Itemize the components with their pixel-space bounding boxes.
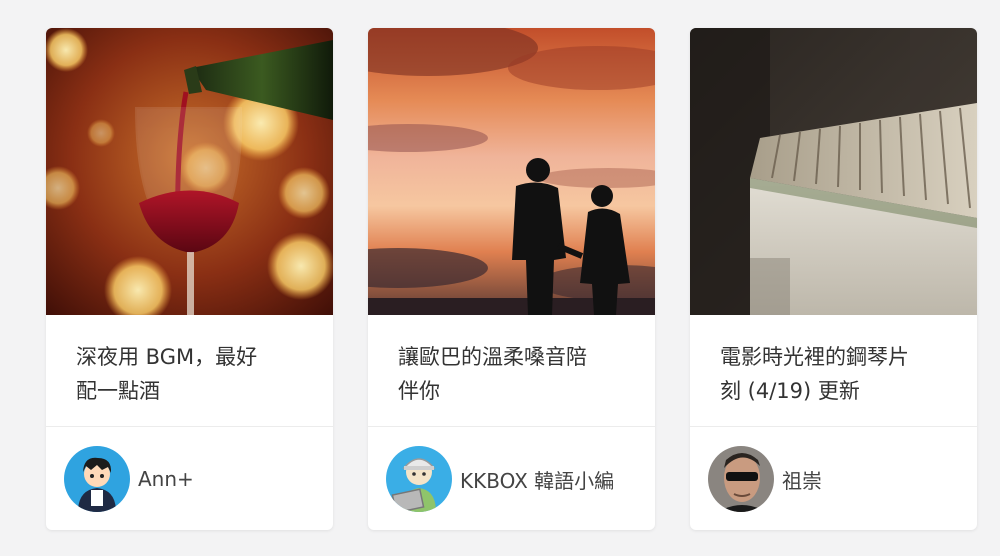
playlist-card[interactable]: 電影時光裡的鋼琴片 刻 (4/19) 更新 祖崇 bbox=[690, 28, 977, 530]
playlist-cover-image[interactable] bbox=[368, 28, 655, 315]
author-name[interactable]: KKBOX 韓語小編 bbox=[460, 465, 614, 494]
playlist-title-line: 刻 (4/19) 更新 bbox=[720, 379, 860, 403]
card-divider bbox=[368, 426, 655, 427]
playlist-card[interactable]: 深夜用 BGM，最好 配一點酒 Ann+ bbox=[46, 28, 333, 530]
playlist-cover-image[interactable] bbox=[690, 28, 977, 315]
card-divider bbox=[690, 426, 977, 427]
playlist-title[interactable]: 深夜用 BGM，最好 配一點酒 bbox=[76, 340, 311, 408]
cartoon-laptop-avatar-icon[interactable] bbox=[386, 446, 452, 512]
playlist-author[interactable]: KKBOX 韓語小編 bbox=[386, 446, 614, 512]
playlist-cover-image[interactable] bbox=[46, 28, 333, 315]
playlist-title-line: 深夜用 BGM，最好 bbox=[76, 345, 258, 369]
playlist-title-line: 伴你 bbox=[398, 379, 440, 403]
playlist-title-line: 電影時光裡的鋼琴片 bbox=[720, 345, 909, 369]
playlist-title[interactable]: 讓歐巴的溫柔嗓音陪 伴你 bbox=[398, 340, 633, 408]
sunglasses-man-avatar-icon[interactable] bbox=[708, 446, 774, 512]
playlist-title-line: 讓歐巴的溫柔嗓音陪 bbox=[398, 345, 587, 369]
playlist-title-line: 配一點酒 bbox=[76, 379, 160, 403]
playlist-grid: 深夜用 BGM，最好 配一點酒 Ann+ 讓歐巴的溫柔嗓音陪 伴你 KKBOX … bbox=[0, 0, 1000, 556]
author-name[interactable]: Ann+ bbox=[138, 467, 194, 491]
playlist-author[interactable]: Ann+ bbox=[64, 446, 194, 512]
playlist-author[interactable]: 祖崇 bbox=[708, 446, 822, 512]
playlist-card[interactable]: 讓歐巴的溫柔嗓音陪 伴你 KKBOX 韓語小編 bbox=[368, 28, 655, 530]
author-name[interactable]: 祖崇 bbox=[782, 465, 822, 494]
card-divider bbox=[46, 426, 333, 427]
playlist-title[interactable]: 電影時光裡的鋼琴片 刻 (4/19) 更新 bbox=[720, 340, 955, 408]
cartoon-boy-avatar-icon[interactable] bbox=[64, 446, 130, 512]
